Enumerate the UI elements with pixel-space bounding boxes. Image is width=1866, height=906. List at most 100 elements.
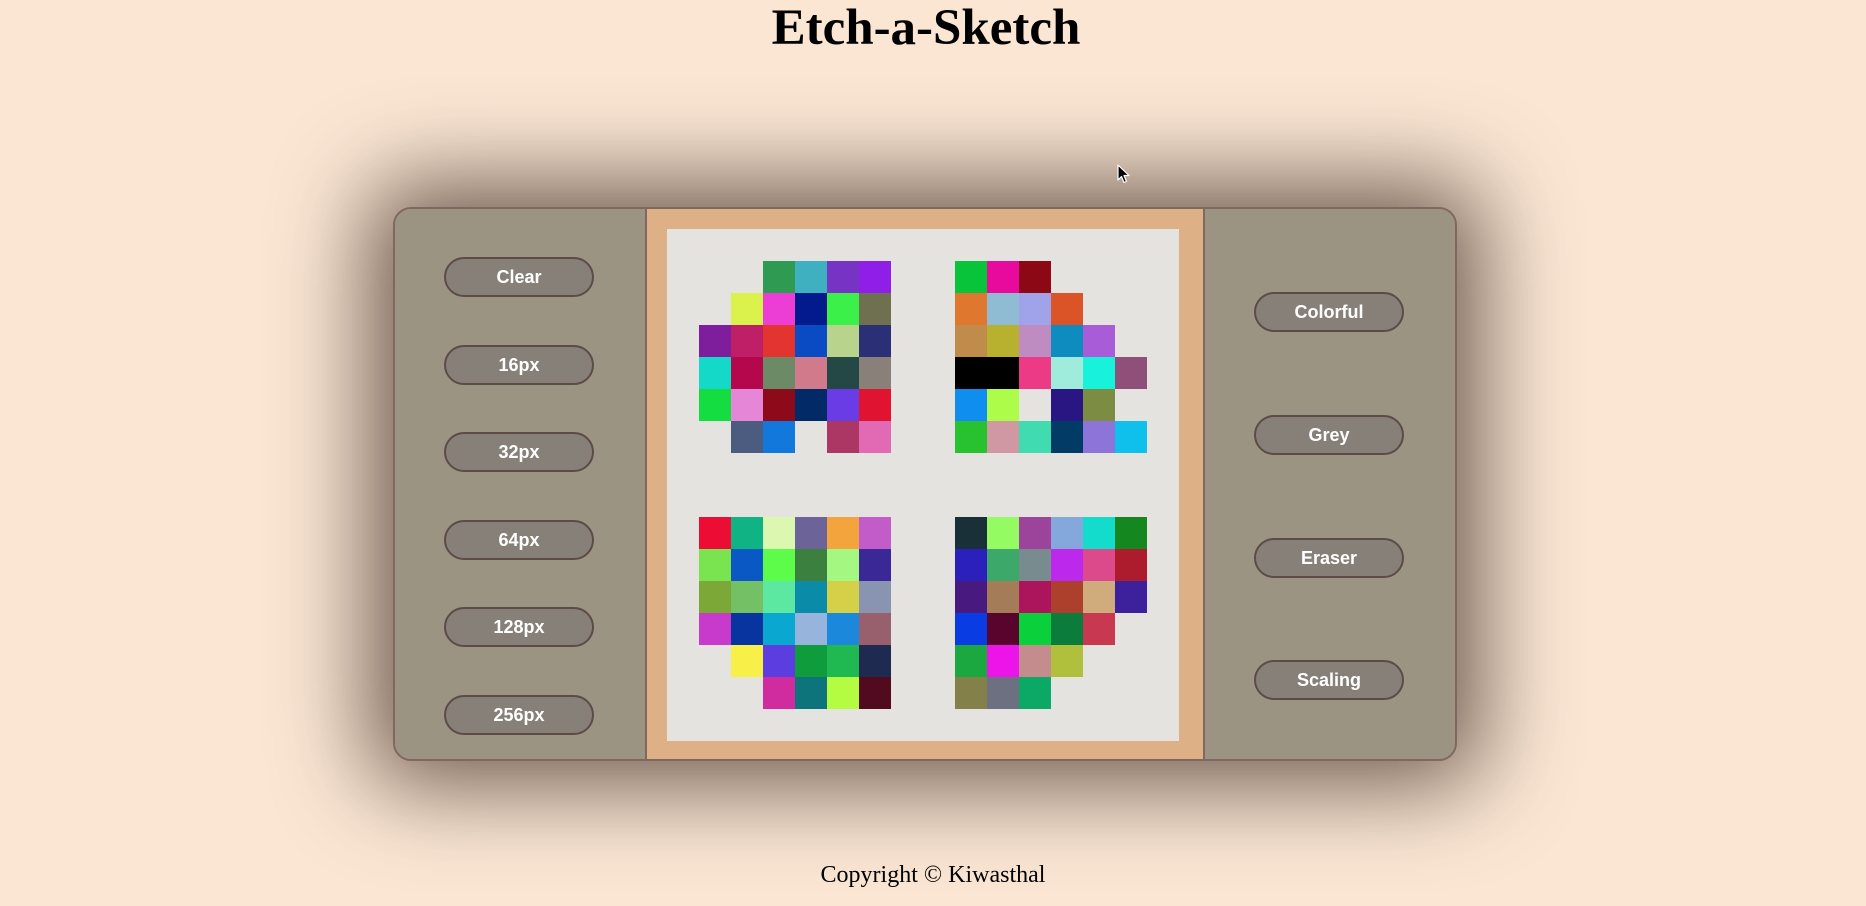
grid-cell[interactable] [987,325,1019,357]
grey-mode-button[interactable]: Grey [1254,415,1404,455]
grid-cell[interactable] [987,357,1019,389]
grid-cell[interactable] [731,549,763,581]
grid-cell[interactable] [1019,613,1051,645]
grid-cell[interactable] [955,517,987,549]
grid-cell[interactable] [763,421,795,453]
grid-cell[interactable] [827,581,859,613]
grid-cell[interactable] [699,613,731,645]
grid-cell[interactable] [859,389,891,421]
grid-cell[interactable] [699,357,731,389]
grid-cell[interactable] [955,261,987,293]
grid-cell[interactable] [859,581,891,613]
grid-cell[interactable] [699,325,731,357]
grid-cell[interactable] [1051,549,1083,581]
grid-cell[interactable] [1019,325,1051,357]
grid-cell[interactable] [1115,549,1147,581]
grid-cell[interactable] [987,549,1019,581]
grid-cell[interactable] [731,517,763,549]
grid-cell[interactable] [827,613,859,645]
grid-cell[interactable] [763,293,795,325]
grid-cell[interactable] [987,421,1019,453]
grid-cell[interactable] [795,517,827,549]
grid-cell[interactable] [859,645,891,677]
grid-cell[interactable] [1051,293,1083,325]
grid-cell[interactable] [859,517,891,549]
grid-cell[interactable] [1083,421,1115,453]
grid-cell[interactable] [987,677,1019,709]
grid-cell[interactable] [699,549,731,581]
grid-cell[interactable] [731,325,763,357]
grid-cell[interactable] [955,677,987,709]
grid-cell[interactable] [1051,357,1083,389]
grid-cell[interactable] [987,261,1019,293]
grid-cell[interactable] [859,325,891,357]
grid-cell[interactable] [699,389,731,421]
grid-cell[interactable] [859,261,891,293]
grid-cell[interactable] [1115,421,1147,453]
grid-cell[interactable] [859,677,891,709]
grid-cell[interactable] [955,421,987,453]
grid-cell[interactable] [1083,357,1115,389]
grid-cell[interactable] [1051,645,1083,677]
grid-cell[interactable] [955,613,987,645]
grid-cell[interactable] [763,517,795,549]
grid-cell[interactable] [763,549,795,581]
grid-cell[interactable] [731,581,763,613]
grid-cell[interactable] [731,613,763,645]
grid-128px-button[interactable]: 128px [444,607,594,647]
drawing-canvas[interactable] [667,229,1179,741]
grid-cell[interactable] [1115,517,1147,549]
scaling-mode-button[interactable]: Scaling [1254,660,1404,700]
grid-cell[interactable] [795,293,827,325]
grid-64px-button[interactable]: 64px [444,520,594,560]
grid-cell[interactable] [1051,517,1083,549]
grid-cell[interactable] [1083,549,1115,581]
grid-cell[interactable] [987,645,1019,677]
grid-cell[interactable] [763,357,795,389]
grid-cell[interactable] [763,645,795,677]
grid-cell[interactable] [859,357,891,389]
grid-cell[interactable] [795,645,827,677]
grid-cell[interactable] [763,389,795,421]
grid-cell[interactable] [827,677,859,709]
grid-cell[interactable] [987,581,1019,613]
grid-cell[interactable] [1019,677,1051,709]
grid-cell[interactable] [1019,357,1051,389]
grid-cell[interactable] [955,549,987,581]
grid-cell[interactable] [1019,421,1051,453]
grid-cell[interactable] [795,357,827,389]
grid-cell[interactable] [731,357,763,389]
grid-cell[interactable] [731,293,763,325]
clear-button[interactable]: Clear [444,257,594,297]
grid-cell[interactable] [987,293,1019,325]
grid-cell[interactable] [1051,325,1083,357]
grid-cell[interactable] [763,261,795,293]
grid-cell[interactable] [731,421,763,453]
grid-cell[interactable] [827,261,859,293]
grid-cell[interactable] [827,389,859,421]
grid-32px-button[interactable]: 32px [444,432,594,472]
grid-cell[interactable] [859,613,891,645]
eraser-mode-button[interactable]: Eraser [1254,538,1404,578]
grid-cell[interactable] [795,549,827,581]
grid-cell[interactable] [1019,517,1051,549]
grid-cell[interactable] [1019,581,1051,613]
grid-cell[interactable] [1051,389,1083,421]
grid-cell[interactable] [731,389,763,421]
grid-cell[interactable] [1019,645,1051,677]
grid-cell[interactable] [1019,293,1051,325]
grid-cell[interactable] [763,581,795,613]
grid-cell[interactable] [827,645,859,677]
grid-16px-button[interactable]: 16px [444,345,594,385]
grid-cell[interactable] [987,389,1019,421]
grid-cell[interactable] [731,645,763,677]
grid-cell[interactable] [699,581,731,613]
grid-cell[interactable] [1019,261,1051,293]
grid-cell[interactable] [955,293,987,325]
grid-cell[interactable] [1115,357,1147,389]
grid-cell[interactable] [795,677,827,709]
grid-cell[interactable] [1083,517,1115,549]
grid-cell[interactable] [795,581,827,613]
grid-cell[interactable] [827,325,859,357]
grid-cell[interactable] [955,357,987,389]
